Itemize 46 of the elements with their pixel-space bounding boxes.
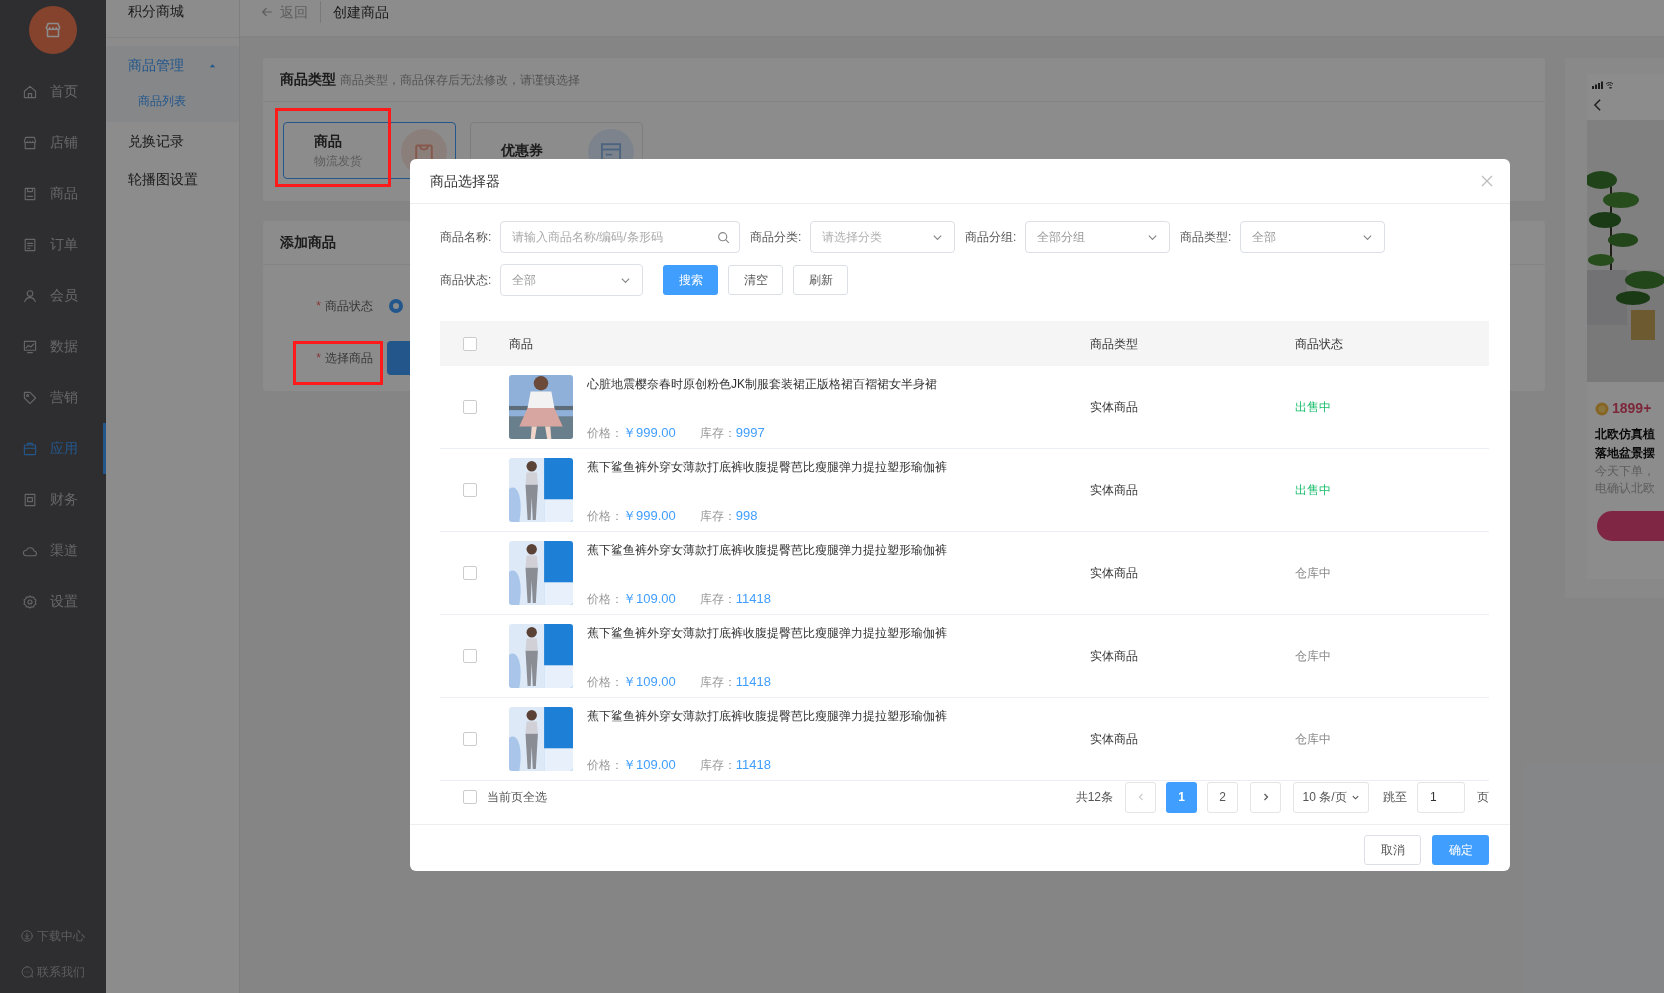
- price-text: 价格：￥109.00: [587, 591, 676, 607]
- status-text: 仓库中: [1295, 566, 1331, 580]
- stock-text: 库存：998: [699, 508, 758, 524]
- column-header: 商品类型: [1090, 336, 1138, 351]
- price-text: 价格：￥999.00: [587, 508, 676, 524]
- preview-title: 北欧仿真植: [1595, 426, 1656, 443]
- stock-text: 库存：9997: [699, 425, 765, 441]
- column-header: 商品: [509, 336, 533, 351]
- total-count: 共12条: [1075, 789, 1113, 806]
- submenu-title: 积分商城: [128, 2, 184, 21]
- checkbox-label: 当前页全选: [487, 789, 547, 806]
- preview-price: 1899+: [1612, 399, 1652, 418]
- column-header: 商品状态: [1295, 336, 1343, 351]
- filter-label: 商品分类:: [750, 229, 803, 246]
- stock-text: 库存：11418: [699, 674, 771, 690]
- product-title: 蕉下鲨鱼裤外穿女薄款打底裤收腹提臀芭比瘦腿弹力提拉塑形瑜伽裤: [587, 708, 947, 725]
- filter-label: 商品名称:: [440, 229, 493, 246]
- status-text: 仓库中: [1295, 649, 1331, 663]
- table-cell: 实体商品: [1090, 483, 1138, 497]
- price-text: 价格：￥109.00: [587, 674, 676, 690]
- page-title: 创建商品: [333, 3, 389, 22]
- jump-label: 跳至: [1383, 789, 1407, 806]
- page-suffix: 页: [1477, 789, 1489, 806]
- table-cell: 实体商品: [1090, 649, 1138, 663]
- status-text: 出售中: [1295, 400, 1331, 414]
- filter-label: 商品状态:: [440, 272, 493, 289]
- product-title: 蕉下鲨鱼裤外穿女薄款打底裤收腹提臀芭比瘦腿弹力提拉塑形瑜伽裤: [587, 459, 947, 476]
- field-label: * 选择商品: [316, 350, 373, 367]
- field-label: * 商品状态: [316, 298, 373, 315]
- product-title: 心脏地震樱奈春时原创粉色JK制服套装裙正版格裙百褶裙女半身裙: [587, 376, 937, 393]
- stock-text: 库存：11418: [699, 757, 771, 773]
- status-text: 出售中: [1295, 483, 1331, 497]
- preview-title: 落地盆景摆: [1595, 445, 1656, 462]
- filter-label: 商品类型:: [1180, 229, 1233, 246]
- table-cell: 实体商品: [1090, 400, 1138, 414]
- card-title: 添加商品: [280, 233, 336, 252]
- table-cell: 实体商品: [1090, 732, 1138, 746]
- table-cell: 实体商品: [1090, 566, 1138, 580]
- filter-label: 商品分组:: [965, 229, 1018, 246]
- price-text: 价格：￥109.00: [587, 757, 676, 773]
- price-text: 价格：￥999.00: [587, 425, 676, 441]
- stock-text: 库存：11418: [699, 591, 771, 607]
- status-text: 仓库中: [1295, 732, 1331, 746]
- product-title: 蕉下鲨鱼裤外穿女薄款打底裤收腹提臀芭比瘦腿弹力提拉塑形瑜伽裤: [587, 542, 947, 559]
- product-title: 蕉下鲨鱼裤外穿女薄款打底裤收腹提臀芭比瘦腿弹力提拉塑形瑜伽裤: [587, 625, 947, 642]
- card-title: 商品类型: [280, 70, 336, 89]
